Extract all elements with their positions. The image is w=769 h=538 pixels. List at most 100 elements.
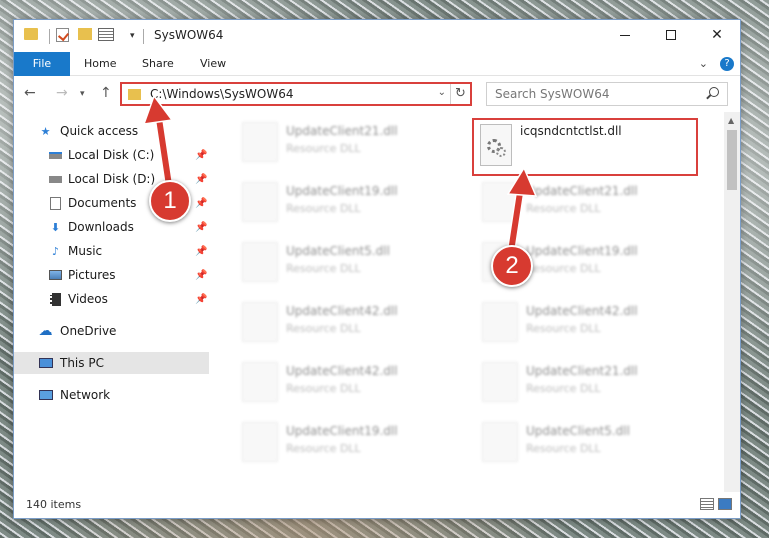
sidebar-item-videos[interactable]: Videos 📌 <box>14 288 209 310</box>
pin-icon[interactable]: 📌 <box>195 246 207 257</box>
sidebar-item-label: Downloads <box>68 220 134 234</box>
customize-toolbar-chevron-icon[interactable]: ▾ <box>130 28 135 44</box>
file-name: UpdateClient5.dll <box>286 244 390 258</box>
scroll-up-icon[interactable]: ▲ <box>728 116 734 125</box>
pin-icon[interactable]: 📌 <box>195 174 207 185</box>
dll-file-icon <box>242 242 278 282</box>
file-name: UpdateClient5.dll <box>526 424 630 438</box>
search-input[interactable]: Search SysWOW64 <box>495 87 609 101</box>
navigation-pane: ★ Quick access Local Disk (C:) 📌 Local D… <box>14 112 209 492</box>
large-icons-view-icon[interactable] <box>718 498 732 510</box>
minimize-icon <box>620 34 630 36</box>
highlighted-dll-file[interactable]: icqsndcntctlst.dll <box>472 118 698 176</box>
vertical-scrollbar[interactable]: ▲ <box>724 112 740 492</box>
file-type: Resource DLL <box>286 262 361 275</box>
sidebar-item-label: Quick access <box>60 124 139 138</box>
pin-icon[interactable]: 📌 <box>195 294 207 305</box>
navigation-bar: ← → ▾ ↑ C:\Windows\SysWOW64 ⌄ ↻ Search S… <box>14 76 740 112</box>
scrollbar-thumb[interactable] <box>727 130 737 190</box>
dll-file-icon <box>242 362 278 402</box>
search-box[interactable]: Search SysWOW64 <box>486 82 728 106</box>
search-icon[interactable] <box>709 87 719 97</box>
ribbon: File Home Share View ⌄ ? <box>14 52 740 76</box>
close-button[interactable]: ✕ <box>694 20 740 50</box>
pin-icon[interactable]: 📌 <box>195 150 207 161</box>
dll-file-icon <box>242 302 278 342</box>
sidebar-item-label: Music <box>68 244 103 258</box>
dll-file-icon <box>480 124 512 166</box>
refresh-icon[interactable]: ↻ <box>450 84 470 104</box>
file-explorer-window: ▾ SysWOW64 ✕ File Home Share View ⌄ ? ← … <box>13 19 741 519</box>
item-count: 140 items <box>26 498 82 511</box>
forward-arrow-icon[interactable]: → <box>56 85 68 101</box>
properties-check-icon[interactable] <box>56 28 69 42</box>
maximize-icon <box>666 30 676 40</box>
computer-icon <box>38 356 53 370</box>
minimize-button[interactable] <box>602 20 648 50</box>
list-item[interactable]: UpdateClient19.dll Resource DLL <box>232 418 432 466</box>
list-item[interactable]: UpdateClient21.dll Resource DLL <box>232 118 432 166</box>
sidebar-item-label: Local Disk (D:) <box>68 172 156 186</box>
sidebar-item-label: This PC <box>60 356 104 370</box>
new-folder-icon[interactable] <box>78 28 92 40</box>
gear-icon <box>496 147 506 157</box>
file-type: Resource DLL <box>526 262 601 275</box>
dll-file-icon <box>482 422 518 462</box>
list-item[interactable]: UpdateClient19.dll Resource DLL <box>232 178 432 226</box>
list-item[interactable]: UpdateClient42.dll Resource DLL <box>232 358 432 406</box>
file-name: UpdateClient21.dll <box>286 124 398 138</box>
sidebar-item-onedrive[interactable]: ☁ OneDrive <box>14 320 209 342</box>
title-bar: ▾ SysWOW64 ✕ <box>14 20 740 52</box>
folder-icon <box>24 28 38 40</box>
maximize-button[interactable] <box>648 20 694 50</box>
address-history-chevron-icon[interactable]: ⌄ <box>438 87 446 98</box>
address-bar[interactable]: C:\Windows\SysWOW64 ⌄ ↻ <box>120 82 472 106</box>
callout-badge-1: 1 <box>149 180 191 222</box>
sidebar-item-label: Network <box>60 388 111 402</box>
list-item[interactable]: UpdateClient42.dll Resource DLL <box>472 298 672 346</box>
sidebar-item-label: Videos <box>68 292 108 306</box>
file-name: UpdateClient19.dll <box>286 184 398 198</box>
dll-file-icon <box>242 182 278 222</box>
list-item[interactable]: UpdateClient5.dll Resource DLL <box>472 418 672 466</box>
sidebar-item-local-disk-c[interactable]: Local Disk (C:) 📌 <box>14 144 209 166</box>
folder-icon <box>128 89 141 100</box>
properties-icon[interactable] <box>98 28 114 41</box>
pin-icon[interactable]: 📌 <box>195 198 207 209</box>
file-type: Resource DLL <box>286 202 361 215</box>
sidebar-item-pictures[interactable]: Pictures 📌 <box>14 264 209 286</box>
music-icon: ♪ <box>51 244 60 258</box>
file-type: Resource DLL <box>526 202 601 215</box>
tab-home[interactable]: Home <box>70 52 130 76</box>
status-bar: 140 items <box>14 492 740 518</box>
dll-file-icon <box>482 302 518 342</box>
list-item[interactable]: UpdateClient5.dll Resource DLL <box>232 238 432 286</box>
documents-icon <box>48 196 63 210</box>
sidebar-item-label: Local Disk (C:) <box>68 148 155 162</box>
up-arrow-icon[interactable]: ↑ <box>100 85 112 101</box>
recent-locations-chevron-icon[interactable]: ▾ <box>80 89 85 99</box>
tab-view[interactable]: View <box>186 52 240 76</box>
file-name: UpdateClient21.dll <box>526 184 638 198</box>
list-item[interactable]: UpdateClient42.dll Resource DLL <box>232 298 432 346</box>
back-arrow-icon[interactable]: ← <box>24 85 36 101</box>
file-type: Resource DLL <box>286 322 361 335</box>
address-path[interactable]: C:\Windows\SysWOW64 <box>150 87 294 101</box>
pin-icon[interactable]: 📌 <box>195 270 207 281</box>
list-item[interactable]: UpdateClient21.dll Resource DLL <box>472 178 672 226</box>
pin-icon[interactable]: 📌 <box>195 222 207 233</box>
help-icon[interactable]: ? <box>720 57 734 71</box>
window-title: SysWOW64 <box>154 28 224 42</box>
file-type: Resource DLL <box>526 382 601 395</box>
list-item[interactable]: UpdateClient21.dll Resource DLL <box>472 358 672 406</box>
sidebar-item-quick-access[interactable]: ★ Quick access <box>14 120 209 142</box>
details-view-icon[interactable] <box>700 498 714 510</box>
sidebar-item-network[interactable]: Network <box>14 384 209 406</box>
sidebar-item-this-pc[interactable]: This PC <box>14 352 209 374</box>
videos-icon <box>48 292 63 306</box>
tab-share[interactable]: Share <box>128 52 188 76</box>
sidebar-item-music[interactable]: ♪ Music 📌 <box>14 240 209 262</box>
divider <box>143 29 144 44</box>
tab-file[interactable]: File <box>14 52 70 76</box>
expand-ribbon-chevron-icon[interactable]: ⌄ <box>699 57 708 71</box>
